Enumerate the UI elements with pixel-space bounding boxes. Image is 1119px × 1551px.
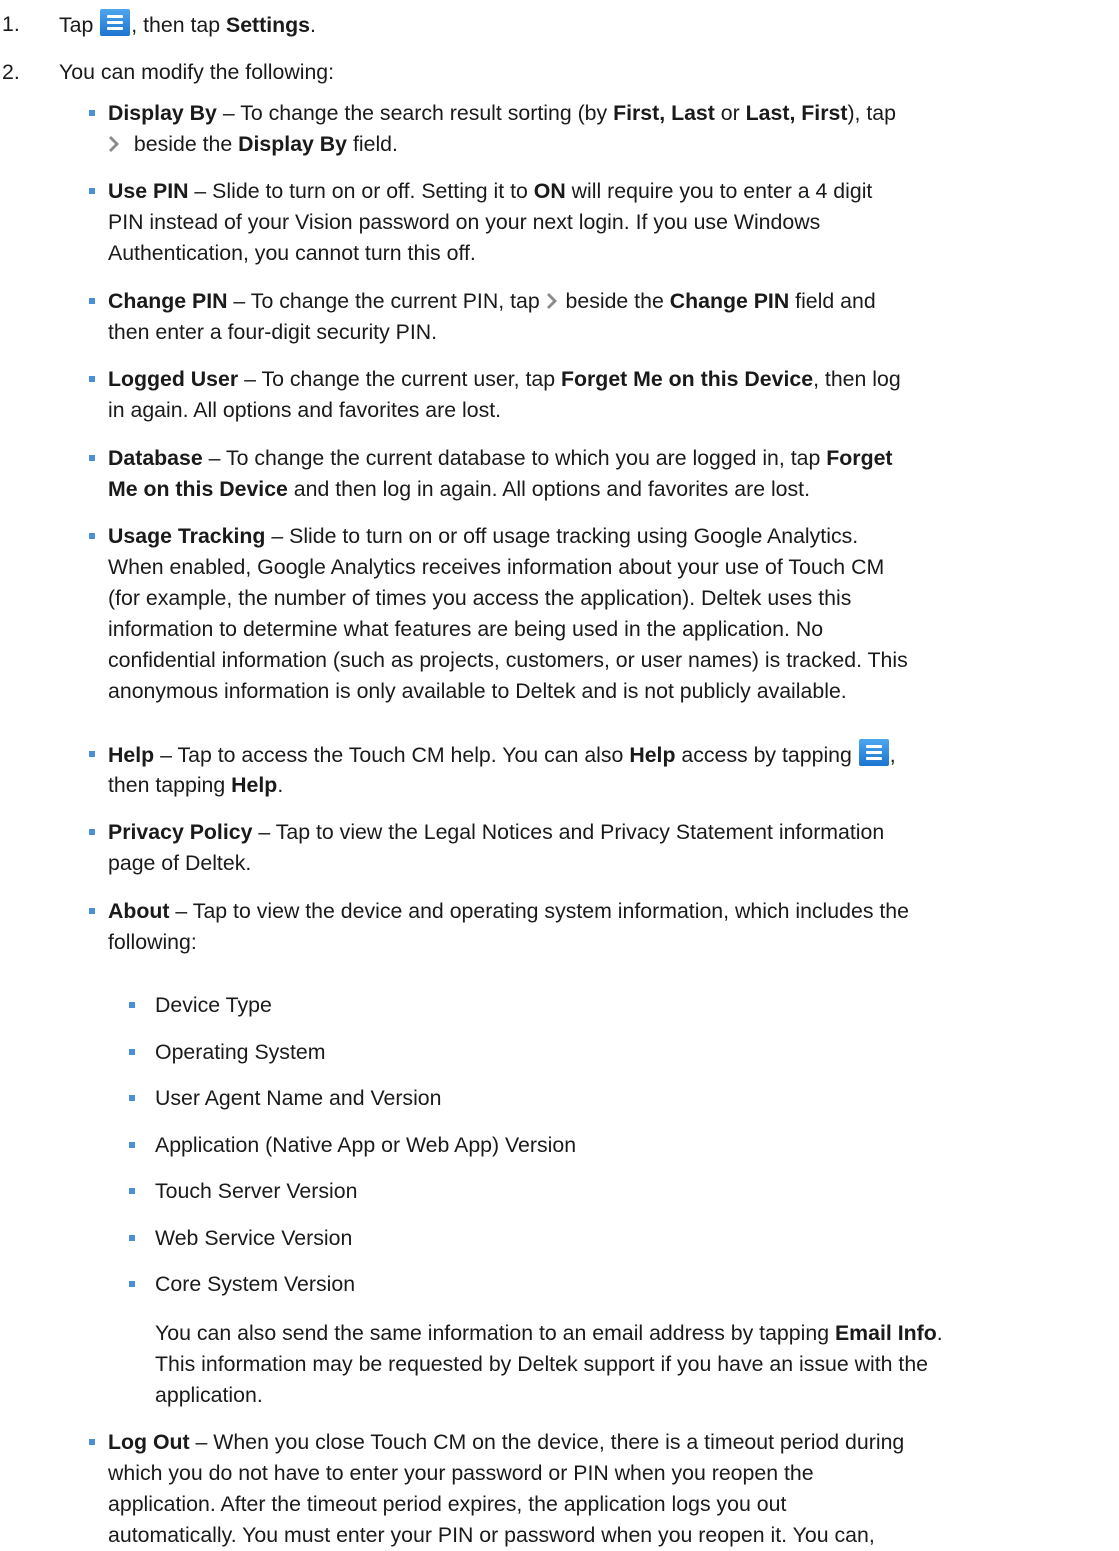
list-item-text: Use PIN – Slide to turn on or off. Setti… [108,179,873,265]
bullet-icon [129,1095,135,1101]
list-item-text: Logged User – To change the current user… [108,367,901,422]
step-text: Tap , then tap Settings. [59,9,316,41]
step-number: 2. [2,60,20,84]
bullet-icon [89,298,95,304]
bullet-icon [89,829,95,835]
list-item-text: About – Tap to view the device and opera… [108,899,909,954]
bullet-icon [89,376,95,382]
bullet-icon [89,908,95,914]
bullet-icon [89,455,95,461]
step-text: You can modify the following: [59,60,335,84]
list-item-text: Log Out – When you close Touch CM on the… [108,1430,905,1547]
bullet-icon [129,1002,135,1008]
email-info-paragraph: You can also send the same information t… [155,1321,943,1407]
list-item-text: Help – Tap to access the Touch CM help. … [108,739,1108,801]
list-item-text: Usage Tracking – Slide to turn on or off… [108,524,908,703]
menu-icon [858,739,889,766]
bullet-icon [129,1049,135,1055]
bullet-icon [89,110,95,116]
bullet-icon [89,188,95,194]
list-item-text: Display By – To change the search result… [108,101,896,156]
list-item-text: Privacy Policy – Tap to view the Legal N… [108,820,885,875]
bullet-icon [129,1142,135,1148]
bullet-icon [89,1439,95,1445]
menu-icon [100,9,131,36]
bullet-icon [129,1281,135,1287]
bullet-icon [129,1235,135,1241]
chevron-right-icon [109,136,119,152]
step-number: 1. [2,12,20,36]
bullet-icon [89,751,95,757]
chevron-right-icon [546,293,557,309]
bullet-icon [89,533,95,539]
list-item-text: Database – To change the current databas… [108,446,893,501]
bullet-icon [129,1188,135,1194]
list-item-text: Change PIN – To change the current PIN, … [108,289,876,344]
